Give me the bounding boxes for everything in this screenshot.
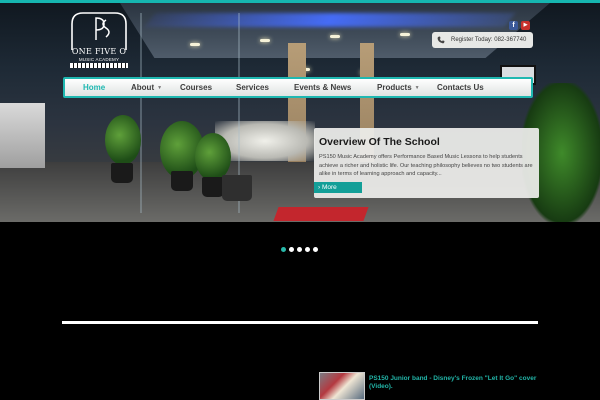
ceiling — [120, 3, 550, 58]
youtube-icon[interactable]: ▶ — [521, 21, 530, 30]
nav-item-about[interactable]: About ▼ — [131, 83, 162, 92]
main-nav: Home About ▼ Courses Services Events & Ne… — [63, 77, 533, 98]
ceiling-light — [190, 43, 200, 46]
chevron-down-icon: ▼ — [414, 84, 420, 91]
ceiling-light — [260, 39, 270, 42]
piano-keys — [70, 63, 128, 68]
slider-dot[interactable] — [297, 247, 302, 252]
logo-name: ONE FIVE O — [71, 47, 127, 56]
slider-dots — [281, 247, 318, 252]
plant-pot — [202, 177, 224, 197]
facebook-icon[interactable]: f — [509, 21, 518, 30]
plant — [105, 115, 141, 165]
red-mat — [273, 207, 369, 221]
nav-item-events-news[interactable]: Events & News — [294, 83, 351, 92]
plant — [195, 133, 231, 181]
slider-dot[interactable] — [289, 247, 294, 252]
nav-item-home[interactable]: Home — [83, 83, 105, 92]
logo-mark — [71, 12, 127, 50]
more-button[interactable]: › More — [314, 182, 362, 193]
plant-pot — [111, 163, 133, 183]
chevron-down-icon: ▼ — [157, 84, 163, 91]
nav-item-products[interactable]: Products ▼ — [377, 83, 420, 92]
nav-item-courses[interactable]: Courses — [180, 83, 212, 92]
section-divider — [62, 321, 538, 324]
blue-light — [145, 13, 515, 27]
slider-dot[interactable] — [305, 247, 310, 252]
slider-dot[interactable] — [313, 247, 318, 252]
phone-icon — [437, 36, 445, 44]
ceiling-light — [400, 33, 410, 36]
shelf — [0, 103, 45, 168]
register-label: Register Today: 082-367740 — [451, 37, 527, 43]
window-frame — [140, 13, 142, 213]
register-button[interactable]: Register Today: 082-367740 — [432, 32, 533, 48]
ceiling-light — [330, 35, 340, 38]
overview-body: PS150 Music Academy offers Performance B… — [319, 154, 533, 177]
plant-pot — [171, 171, 193, 191]
slider-dot[interactable] — [281, 247, 286, 252]
social-links: f ▶ — [509, 21, 530, 30]
logo[interactable]: ONE FIVE O MUSIC ACADEMY — [62, 10, 136, 68]
video-thumbnail[interactable] — [319, 372, 365, 400]
logo-tagline: MUSIC ACADEMY — [78, 57, 120, 62]
overview-title: Overview Of The School — [319, 136, 440, 148]
nav-item-services[interactable]: Services — [236, 83, 269, 92]
nav-item-contacts[interactable]: Contacts Us — [437, 83, 484, 92]
video-title-link[interactable]: PS150 Junior band - Disney's Frozen "Let… — [369, 375, 544, 391]
bin — [222, 175, 252, 201]
